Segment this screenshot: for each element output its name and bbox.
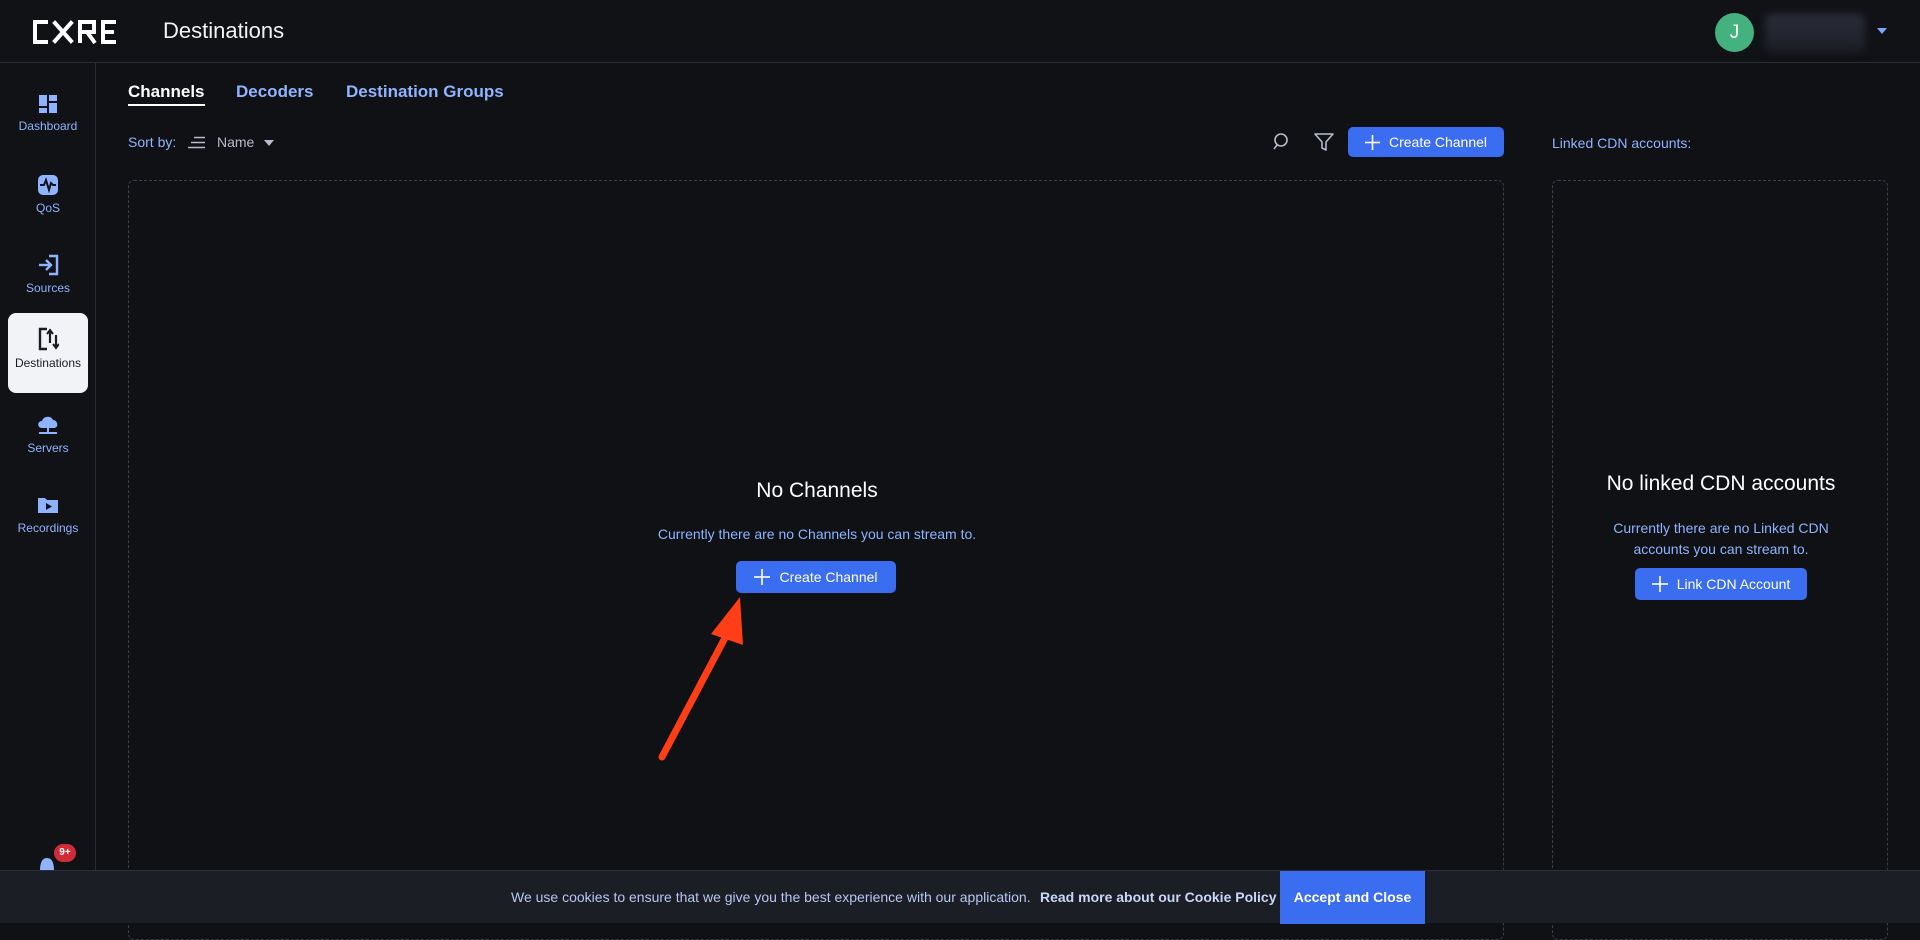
sidebar-item-sources[interactable]: Sources xyxy=(8,240,88,320)
sidebar-item-qos[interactable]: QoS xyxy=(8,160,88,240)
sidebar-item-recordings[interactable]: Recordings xyxy=(8,480,88,560)
dashboard-icon xyxy=(39,95,57,113)
sidebar-item-label: Sources xyxy=(25,281,71,295)
sidebar-item-label: Recordings xyxy=(17,521,79,535)
sidebar-item-dashboard[interactable]: Dashboard xyxy=(8,80,88,160)
create-channel-button-label: Create Channel xyxy=(1388,134,1488,150)
plus-icon xyxy=(1364,134,1380,150)
no-cdn-accounts-text-line1: Currently there are no Linked CDN xyxy=(1613,520,1829,536)
no-channels-title: No Channels xyxy=(756,479,878,502)
sidebar: Dashboard QoS Sources Destinations Serve… xyxy=(0,63,96,923)
page-title: Destinations xyxy=(163,18,285,43)
cdn-accounts-panel: No linked CDN accounts Currently there a… xyxy=(1552,180,1888,940)
accept-and-close-button[interactable]: Accept and Close xyxy=(1280,871,1425,924)
create-channel-button[interactable]: Create Channel xyxy=(1348,127,1504,157)
sidebar-item-label: Dashboard xyxy=(18,119,78,133)
no-cdn-accounts-text: Currently there are no Linked CDN accoun… xyxy=(1553,518,1889,560)
cookie-policy-link[interactable]: Read more about our Cookie Policy xyxy=(1040,889,1277,905)
plus-icon xyxy=(754,569,771,585)
create-channel-empty-button[interactable]: Create Channel xyxy=(736,561,896,593)
tab-destination-groups[interactable]: Destination Groups xyxy=(346,82,504,102)
user-menu-caret-icon[interactable] xyxy=(1877,28,1887,34)
servers-icon xyxy=(38,416,58,434)
no-cdn-accounts-text-line2: accounts you can stream to. xyxy=(1633,541,1809,557)
cookie-text: We use cookies to ensure that we give yo… xyxy=(511,889,1031,905)
recordings-icon xyxy=(38,498,58,513)
channels-panel: No Channels Currently there are no Chann… xyxy=(128,180,1504,940)
sidebar-item-label: Servers xyxy=(27,441,69,455)
sort-order-icon xyxy=(188,136,205,149)
notifications-badge: 9+ xyxy=(54,844,76,862)
core-logo[interactable] xyxy=(32,19,134,45)
sources-icon xyxy=(39,254,59,276)
sidebar-item-label: QoS xyxy=(35,201,60,215)
sort-value: Name xyxy=(217,134,255,150)
sidebar-item-label: Destinations xyxy=(14,356,82,370)
chevron-down-icon xyxy=(264,140,274,146)
linked-cdn-accounts-label: Linked CDN accounts: xyxy=(1552,135,1692,151)
destinations-icon xyxy=(38,327,59,351)
link-cdn-account-button-label: Link CDN Account xyxy=(1676,576,1791,592)
sidebar-item-servers[interactable]: Servers xyxy=(8,400,88,480)
sort-label: Sort by: xyxy=(128,134,177,150)
filter-icon[interactable] xyxy=(1314,131,1334,153)
tab-channels[interactable]: Channels xyxy=(128,82,205,106)
no-channels-text: Currently there are no Channels you can … xyxy=(657,526,977,542)
top-bar: Destinations J xyxy=(0,0,1920,63)
link-cdn-account-button[interactable]: Link CDN Account xyxy=(1635,568,1807,600)
sort-select[interactable]: Name xyxy=(188,133,278,153)
tab-decoders[interactable]: Decoders xyxy=(236,82,313,102)
no-cdn-accounts-title: No linked CDN accounts xyxy=(1606,472,1836,495)
qos-icon xyxy=(38,175,58,195)
search-icon[interactable] xyxy=(1272,131,1292,153)
cookie-bar: We use cookies to ensure that we give yo… xyxy=(0,870,1920,924)
sidebar-item-destinations[interactable]: Destinations xyxy=(8,313,88,393)
plus-icon xyxy=(1651,576,1668,592)
user-name-redacted[interactable] xyxy=(1765,14,1865,52)
avatar[interactable]: J xyxy=(1715,13,1754,52)
create-channel-empty-button-label: Create Channel xyxy=(779,569,878,585)
